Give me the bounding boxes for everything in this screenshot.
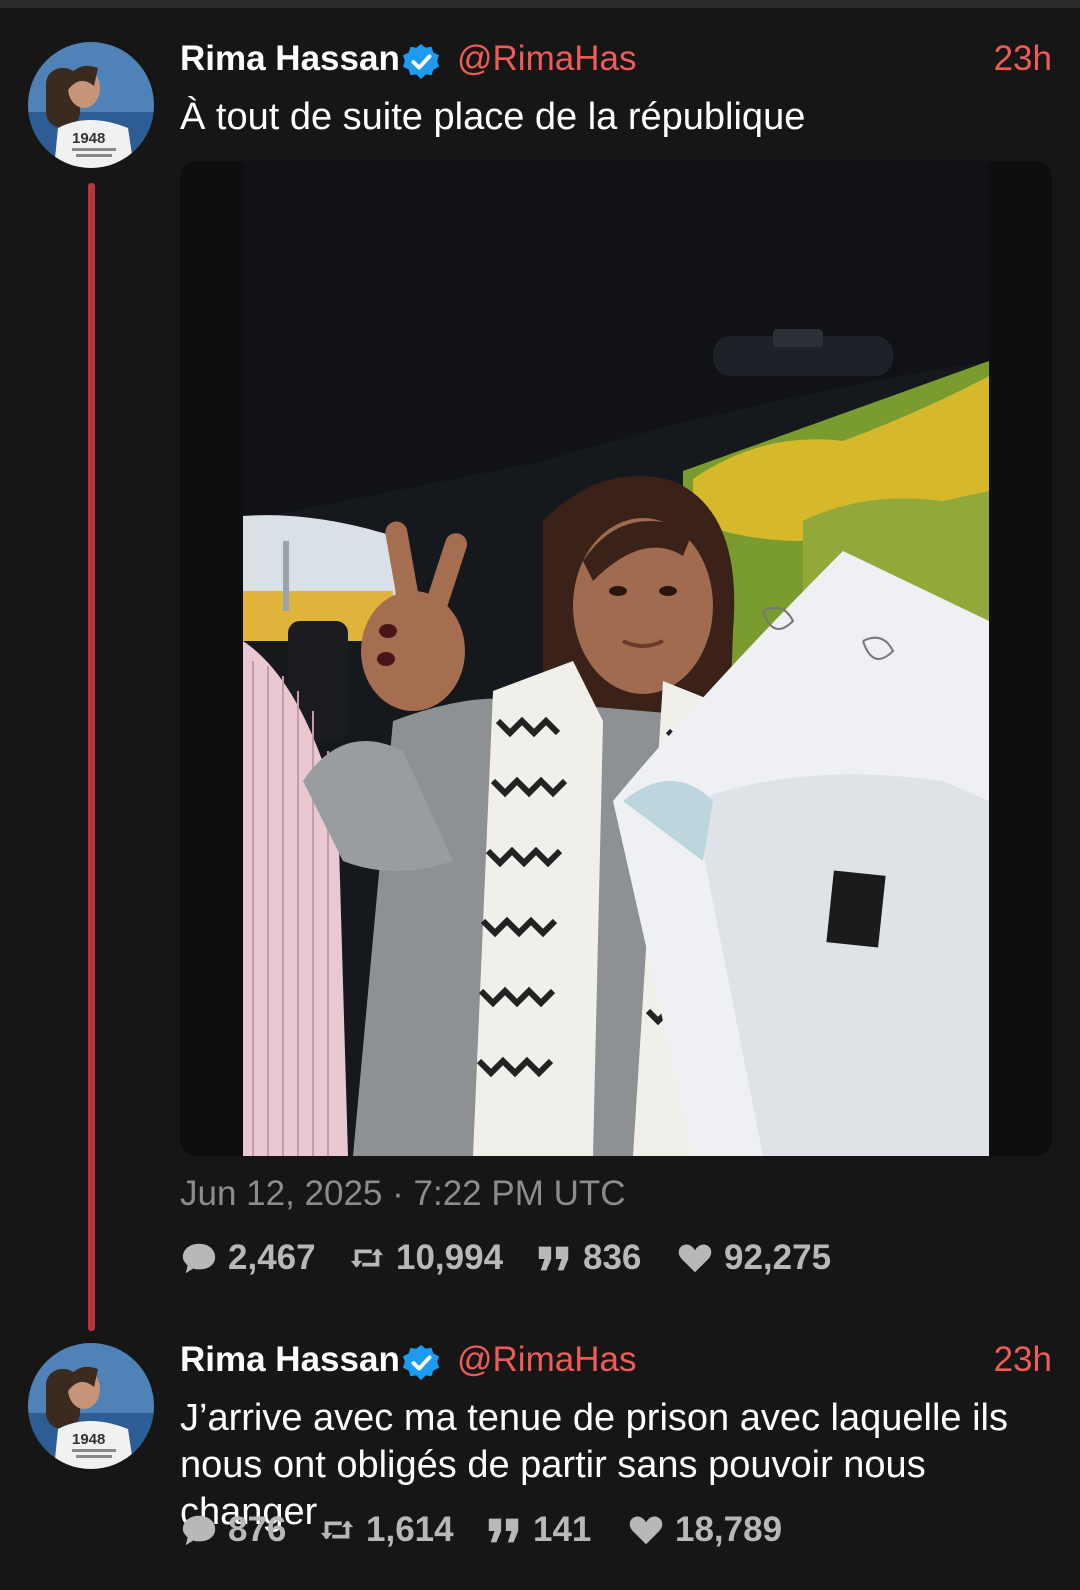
- heart-icon: [629, 1516, 663, 1545]
- tweet-time[interactable]: 23h: [994, 1336, 1052, 1384]
- quote-stat[interactable]: 141: [485, 1505, 591, 1555]
- heart-icon: [678, 1244, 712, 1273]
- display-name[interactable]: Rima Hassan: [180, 1336, 400, 1384]
- like-count: 92,275: [724, 1238, 832, 1277]
- user-handle[interactable]: @RimaHas: [457, 1336, 636, 1384]
- avatar-shirt-text: 1948: [72, 130, 105, 147]
- comment-icon: [182, 1515, 216, 1546]
- avatar-image: 1948: [28, 1343, 154, 1469]
- verified-badge-icon: [402, 1344, 440, 1381]
- tweet-stats: 2,467 10,994 836 92,275: [180, 1233, 1040, 1283]
- tweet-text: À tout de suite place de la république: [180, 96, 806, 138]
- reply-count: 876: [228, 1510, 287, 1549]
- tweet-stats: 876 1,614 141 18,789: [180, 1505, 1040, 1555]
- comment-icon: [182, 1243, 216, 1274]
- tweet-header: Rima Hassan @RimaHas 23h: [180, 1336, 1052, 1384]
- top-divider: [0, 0, 1080, 8]
- retweet-stat[interactable]: 10,994: [348, 1233, 503, 1283]
- tweet-text-line: J’arrive avec ma tenue de prison avec la…: [180, 1397, 1008, 1439]
- retweet-count: 1,614: [366, 1510, 454, 1549]
- retweet-count: 10,994: [396, 1238, 504, 1277]
- quote-icon: [538, 1246, 569, 1271]
- avatar-shirt-text: 1948: [72, 1431, 105, 1448]
- reply-count: 2,467: [228, 1238, 316, 1277]
- tweet-header: Rima Hassan @RimaHas 23h: [180, 35, 1052, 83]
- quote-count: 141: [533, 1510, 592, 1549]
- thread-view: 1948 Rima Hassan @RimaHas 23h À tout de …: [0, 0, 1080, 1590]
- reply-stat[interactable]: 876: [180, 1505, 286, 1555]
- like-count: 18,789: [675, 1510, 783, 1549]
- verified-badge-icon: [402, 43, 440, 80]
- like-stat[interactable]: 18,789: [627, 1505, 782, 1555]
- tweet-date[interactable]: Jun 12, 2025 · 7:22 PM UTC: [180, 1170, 626, 1218]
- tweet-time[interactable]: 23h: [994, 35, 1052, 83]
- retweet-icon: [320, 1520, 354, 1540]
- thread-connector-line: [88, 183, 95, 1331]
- quote-stat[interactable]: 836: [535, 1233, 641, 1283]
- reply-stat[interactable]: 2,467: [180, 1233, 316, 1283]
- avatar[interactable]: 1948: [28, 1343, 154, 1469]
- avatar-image: 1948: [28, 42, 154, 168]
- retweet-icon: [350, 1248, 384, 1268]
- display-name[interactable]: Rima Hassan: [180, 35, 400, 83]
- quote-icon: [488, 1518, 519, 1543]
- like-stat[interactable]: 92,275: [676, 1233, 831, 1283]
- avatar[interactable]: 1948: [28, 42, 154, 168]
- retweet-stat[interactable]: 1,614: [318, 1505, 454, 1555]
- quote-count: 836: [583, 1238, 642, 1277]
- user-handle[interactable]: @RimaHas: [457, 35, 636, 83]
- tweet-media[interactable]: [180, 161, 1052, 1156]
- tweet-photo: [243, 161, 989, 1156]
